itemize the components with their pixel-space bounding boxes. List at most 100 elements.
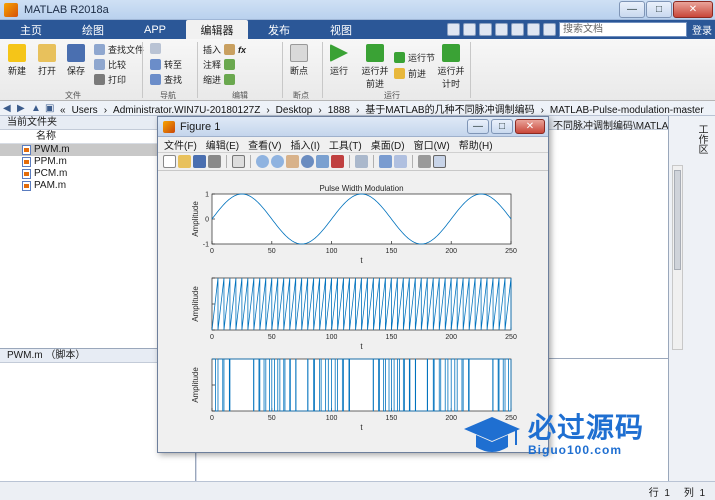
x-tick-label: 0 xyxy=(210,248,214,255)
indent-button[interactable]: 缩进 xyxy=(203,73,236,86)
x-tick-label: 150 xyxy=(386,415,398,422)
editor-scrollbar[interactable] xyxy=(672,165,683,350)
x-tick-label: 100 xyxy=(326,415,338,422)
show-plot-tools-icon[interactable] xyxy=(433,155,446,168)
tab-home[interactable]: 主页 xyxy=(0,20,62,39)
save-button[interactable]: 保存 xyxy=(67,44,85,77)
insert-icon xyxy=(224,44,236,55)
nav-back-button[interactable] xyxy=(150,43,161,54)
figure-toolbar xyxy=(158,153,548,171)
advance-button[interactable]: 前进 xyxy=(394,67,426,80)
legend-icon[interactable] xyxy=(394,155,407,168)
print-icon xyxy=(94,74,105,85)
save-figure-icon[interactable] xyxy=(193,155,206,168)
x-tick-label: 250 xyxy=(505,334,517,341)
nav-group-label: 导航 xyxy=(160,91,176,100)
menu-tools[interactable]: 工具(T) xyxy=(329,137,362,152)
print-figure-icon[interactable] xyxy=(208,155,221,168)
figure-window[interactable]: Figure 1 — □ ✕ 文件(F) 编辑(E) 查看(V) 插入(I) 工… xyxy=(157,116,549,453)
new-figure-icon[interactable] xyxy=(163,155,176,168)
colorbar-icon[interactable] xyxy=(379,155,392,168)
data-cursor-icon[interactable] xyxy=(316,155,329,168)
file-group-label: 文件 xyxy=(65,91,81,100)
menu-desktop[interactable]: 桌面(D) xyxy=(371,137,405,152)
figure-titlebar: Figure 1 — □ ✕ xyxy=(158,117,548,137)
find-button[interactable]: 查找 xyxy=(150,73,182,86)
tab-apps[interactable]: APP xyxy=(124,20,186,39)
sign-in-link[interactable]: 登录 xyxy=(692,22,712,37)
tab-editor[interactable]: 编辑器 xyxy=(186,20,248,39)
help-icon[interactable] xyxy=(543,23,556,36)
hide-plot-tools-icon[interactable] xyxy=(418,155,431,168)
up-folder-icon[interactable]: ▲ xyxy=(31,103,42,114)
new-button[interactable]: 新建 xyxy=(8,44,26,77)
zoom-in-icon[interactable] xyxy=(256,155,269,168)
run-and-time-button[interactable]: 运行并 计时 xyxy=(438,44,465,90)
forward-arrow-icon[interactable]: ▶ xyxy=(17,103,28,114)
search-documentation-input[interactable]: 搜索文档 xyxy=(559,22,687,37)
x-tick-label: 250 xyxy=(505,248,517,255)
link-plot-icon[interactable] xyxy=(355,155,368,168)
minimize-button[interactable]: — xyxy=(619,1,645,18)
graduation-cap-icon xyxy=(464,417,520,452)
run-section-icon xyxy=(394,52,405,63)
compare-button[interactable]: 比较 xyxy=(94,58,126,71)
find-files-button[interactable]: 查找文件 xyxy=(94,43,144,56)
quick-cut-icon[interactable] xyxy=(463,23,476,36)
scrollbar-thumb[interactable] xyxy=(674,170,681,270)
ribbon-editor: 新建 打开 保存 查找文件 比较 打印 文件 转至 查找 导航 插入 fx 注释… xyxy=(0,39,715,101)
run-section-button[interactable]: 运行节 xyxy=(394,51,435,64)
find-files-icon xyxy=(94,44,105,55)
run-button[interactable]: 运行 xyxy=(330,44,348,77)
run-advance-button[interactable]: 运行并 前进 xyxy=(362,44,389,90)
tab-plots[interactable]: 绘图 xyxy=(62,20,124,39)
x-tick-label: 0 xyxy=(210,415,214,422)
browse-folder-icon[interactable]: ▣ xyxy=(45,103,56,114)
menu-file[interactable]: 文件(F) xyxy=(164,137,197,152)
quick-paste-icon[interactable] xyxy=(495,23,508,36)
tab-publish[interactable]: 发布 xyxy=(248,20,310,39)
print-button[interactable]: 打印 xyxy=(94,73,126,86)
pan-hand-icon[interactable] xyxy=(286,155,299,168)
y-axis-label: Amplitude xyxy=(191,201,200,237)
fx-button[interactable]: fx xyxy=(238,45,246,55)
menu-help[interactable]: 帮助(H) xyxy=(459,137,493,152)
goto-button[interactable]: 转至 xyxy=(150,58,182,71)
advance-icon xyxy=(394,68,405,79)
figure-minimize-button[interactable]: — xyxy=(467,119,489,134)
comment-button[interactable]: 注释 xyxy=(203,58,236,71)
breakpoints-button[interactable]: 断点 xyxy=(290,44,308,77)
new-icon xyxy=(8,44,26,62)
run-time-icon xyxy=(442,44,460,62)
tab-view[interactable]: 视图 xyxy=(310,20,372,39)
close-button[interactable]: ✕ xyxy=(673,1,713,18)
find-icon xyxy=(150,74,161,85)
open-button[interactable]: 打开 xyxy=(38,44,56,77)
maximize-button[interactable]: □ xyxy=(646,1,672,18)
menu-view[interactable]: 查看(V) xyxy=(248,137,281,152)
menu-window[interactable]: 窗口(W) xyxy=(414,137,450,152)
rotate-3d-icon[interactable] xyxy=(301,155,314,168)
quick-copy-icon[interactable] xyxy=(479,23,492,36)
back-arrow-icon[interactable]: ◀ xyxy=(3,103,14,114)
open-file-icon[interactable] xyxy=(178,155,191,168)
figure-maximize-button[interactable]: □ xyxy=(491,119,513,134)
zoom-out-icon[interactable] xyxy=(271,155,284,168)
figure-close-button[interactable]: ✕ xyxy=(515,119,545,134)
watermark-logo: 必过源码 Biguo100.com xyxy=(462,404,677,466)
quick-redo-icon[interactable] xyxy=(527,23,540,36)
quick-save-icon[interactable] xyxy=(447,23,460,36)
pointer-icon[interactable] xyxy=(232,155,245,168)
x-tick-label: 150 xyxy=(386,334,398,341)
insert-button[interactable]: 插入 fx xyxy=(203,43,246,56)
x-tick-label: 200 xyxy=(445,334,457,341)
edit-group-label: 编辑 xyxy=(232,91,248,100)
brush-icon[interactable] xyxy=(331,155,344,168)
quick-undo-icon[interactable] xyxy=(511,23,524,36)
address-bar: ◀ ▶ ▲ ▣ «Users › Administrator.WIN7U-20180… xyxy=(0,101,715,116)
menu-insert[interactable]: 插入(I) xyxy=(290,137,319,152)
menu-edit[interactable]: 编辑(E) xyxy=(206,137,239,152)
breadcrumb[interactable]: «Users › Administrator.WIN7U-20180127Z › Des… xyxy=(60,101,710,116)
indent-icon xyxy=(224,74,236,85)
compare-icon xyxy=(94,59,105,70)
